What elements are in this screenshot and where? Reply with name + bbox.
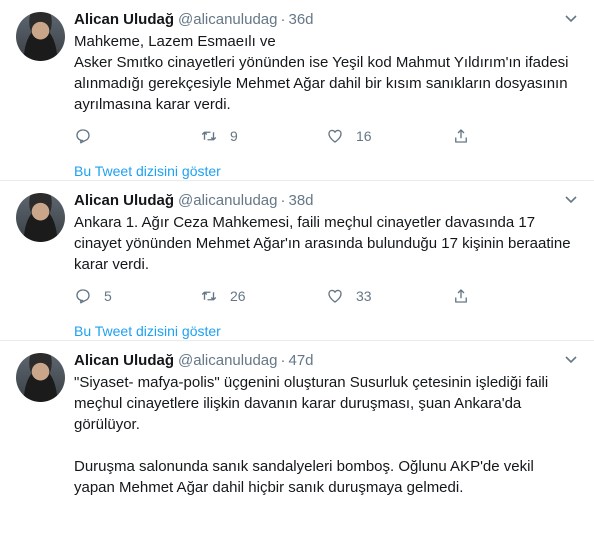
like-count: 33 bbox=[356, 288, 372, 304]
share-icon bbox=[455, 129, 467, 143]
tweet-time[interactable]: 36d bbox=[288, 11, 313, 28]
retweet-icon bbox=[201, 291, 217, 301]
author-handle[interactable]: @alicanuludag bbox=[178, 11, 277, 28]
separator-dot: · bbox=[280, 11, 286, 28]
separator-dot: · bbox=[280, 192, 286, 209]
tweet-text: Ankara 1. Ağır Ceza Mahkemesi, faili meç… bbox=[74, 214, 575, 273]
retweet-count: 9 bbox=[230, 128, 238, 144]
chevron-down-icon[interactable] bbox=[564, 195, 578, 205]
reply-count: 5 bbox=[104, 288, 112, 304]
heart-icon bbox=[328, 289, 342, 303]
tweet[interactable]: Alican Uludağ @alicanuludag · 36d Mahkeme, … bbox=[0, 0, 594, 181]
tweet-actions: 9 16 bbox=[74, 126, 578, 146]
avatar[interactable] bbox=[16, 193, 65, 242]
reply-button[interactable]: 5 bbox=[74, 287, 200, 305]
author-name[interactable]: Alican Uludağ bbox=[74, 192, 174, 209]
like-count: 16 bbox=[356, 128, 372, 144]
share-button[interactable] bbox=[452, 127, 578, 145]
like-button[interactable]: 16 bbox=[326, 127, 452, 145]
tweet-text: "Siyaset- mafya-polis" üçgenini oluştura… bbox=[74, 374, 549, 496]
retweet-icon bbox=[201, 131, 217, 141]
author-name[interactable]: Alican Uludağ bbox=[74, 352, 174, 369]
share-button[interactable] bbox=[452, 287, 578, 305]
tweet-header: Alican Uludağ @alicanuludag · 38d bbox=[74, 191, 578, 211]
author-name[interactable]: Alican Uludağ bbox=[74, 11, 174, 28]
separator-dot: · bbox=[280, 352, 286, 369]
show-thread-link[interactable]: Bu Tweet dizisini göster bbox=[74, 323, 578, 339]
tweet[interactable]: Alican Uludağ @alicanuludag · 38d Ankara 1.… bbox=[0, 181, 594, 341]
tweet-header: Alican Uludağ @alicanuludag · 47d bbox=[74, 351, 578, 371]
tweet-header: Alican Uludağ @alicanuludag · 36d bbox=[74, 10, 578, 30]
chevron-down-icon[interactable] bbox=[564, 355, 578, 365]
tweet-time[interactable]: 47d bbox=[288, 352, 313, 369]
retweet-button[interactable]: 26 bbox=[200, 287, 326, 305]
tweet-time[interactable]: 38d bbox=[288, 192, 313, 209]
tweet[interactable]: Alican Uludağ @alicanuludag · 47d "Siyaset-… bbox=[0, 341, 594, 541]
like-button[interactable]: 33 bbox=[326, 287, 452, 305]
show-thread-link[interactable]: Bu Tweet dizisini göster bbox=[74, 163, 578, 179]
reply-button[interactable] bbox=[74, 127, 200, 145]
reply-icon bbox=[76, 129, 90, 144]
author-handle[interactable]: @alicanuludag bbox=[178, 352, 277, 369]
avatar[interactable] bbox=[16, 353, 65, 402]
tweet-actions: 5 26 33 bbox=[74, 286, 578, 306]
tweet-text: Mahkeme, Lazem Esmaeılı ve Asker Smıtko … bbox=[74, 33, 569, 113]
retweet-button[interactable]: 9 bbox=[200, 127, 326, 145]
author-handle[interactable]: @alicanuludag bbox=[178, 192, 277, 209]
reply-icon bbox=[76, 289, 90, 304]
heart-icon bbox=[328, 129, 342, 143]
retweet-count: 26 bbox=[230, 288, 246, 304]
timeline: Alican Uludağ @alicanuludag · 36d Mahkeme, … bbox=[0, 0, 594, 541]
share-icon bbox=[455, 289, 467, 303]
chevron-down-icon[interactable] bbox=[564, 14, 578, 24]
avatar[interactable] bbox=[16, 12, 65, 61]
